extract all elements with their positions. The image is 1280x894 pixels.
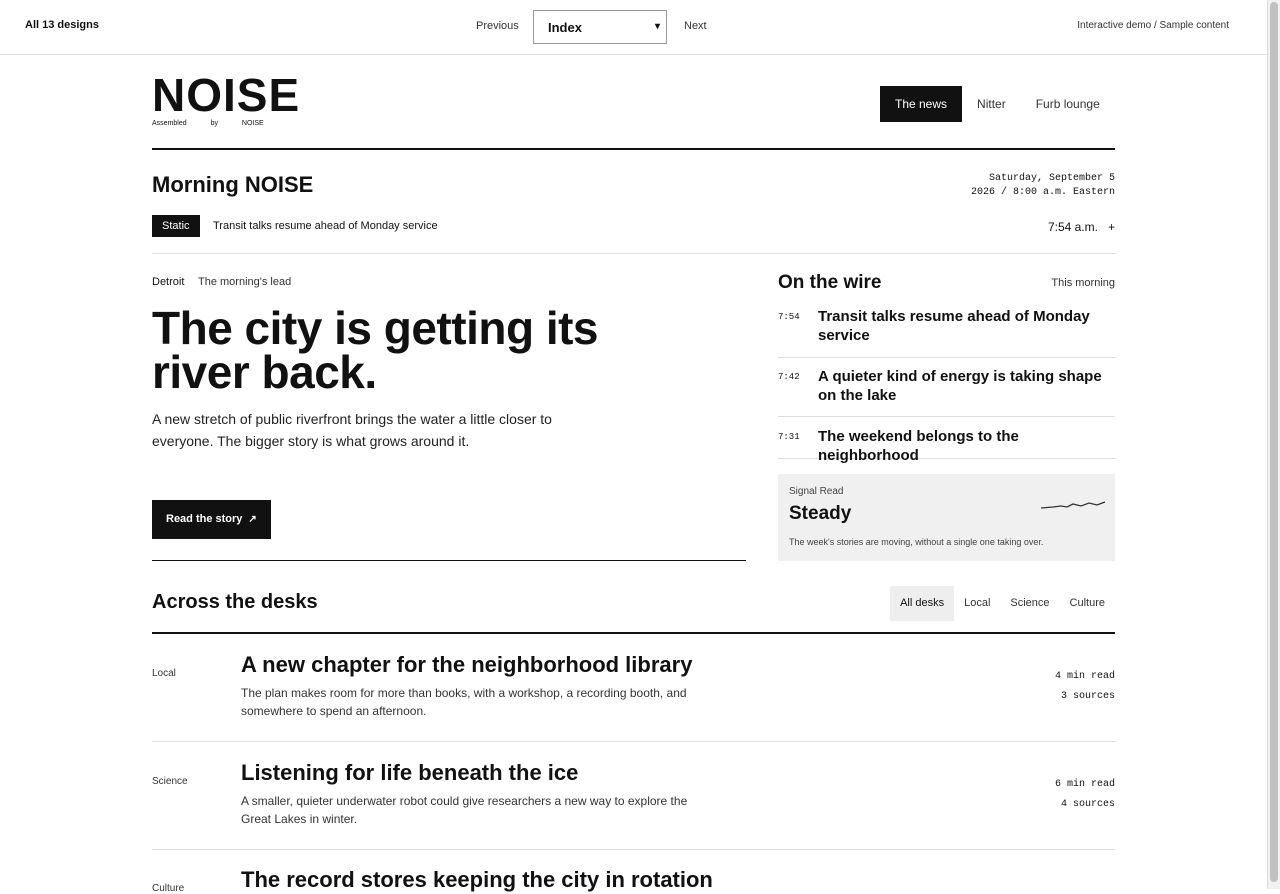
story-dek: The plan makes room for more than books,… [241,686,687,718]
story-row[interactable]: Culture The record stores keeping the ci… [152,867,1115,894]
nav-the-news[interactable]: The news [880,86,963,122]
story-row[interactable]: Local A new chapter for the neighborhood… [152,652,1115,742]
scrollbar[interactable] [1267,0,1280,889]
lead-label: The morning's lead [198,276,292,288]
story-read-time: 4 min read [1054,671,1115,682]
nav-nitter[interactable]: Nitter [962,86,1021,122]
masthead[interactable]: NOISE Assembled by NOISE [152,72,300,127]
wire-headline: Transit talks resume ahead of Monday ser… [818,308,1090,344]
wire-headline: The weekend belongs to the neighborhood [818,428,1019,464]
ticker-text[interactable]: Transit talks resume ahead of Monday ser… [213,220,438,232]
wire-when: This morning [1051,277,1115,289]
read-story-label: Read the story [166,513,243,525]
read-story-button[interactable]: Read the story ↗ [152,500,271,539]
dateline: Saturday, September 5 2026 / 8:00 a.m. E… [970,173,1115,198]
arrow-up-right-icon: ↗ [248,514,257,525]
story-row[interactable]: Science Listening for life beneath the i… [152,760,1115,850]
story-headline: A new chapter for the neighborhood libra… [241,652,693,677]
tab-culture[interactable]: Culture [1060,586,1115,621]
wire-item[interactable]: 7:31 The weekend belongs to the neighbor… [778,426,1115,464]
lead-rule [152,560,746,561]
lead-dek: A new stretch of public riverfront bring… [152,411,552,449]
tab-local[interactable]: Local [954,586,1000,621]
story-meta: 4 min read 3 sources [1055,667,1115,707]
next-button[interactable]: Next [684,20,707,32]
demo-note: Interactive demo / Sample content [1077,20,1229,31]
logo-tagline: Assembled by NOISE [152,120,264,127]
scrollbar-thumb[interactable] [1270,2,1278,882]
desk-tabs: All desks Local Science Culture [890,586,1115,621]
wire-item[interactable]: 7:54 Transit talks resume ahead of Monda… [778,306,1115,358]
signal-card: Signal Read Steady The week's stories ar… [778,474,1115,561]
chevron-down-icon: ▾ [654,21,660,32]
logo: NOISE [152,69,301,121]
edition-clock: 7:54 a.m. + [1048,220,1115,234]
story-read-time: 6 min read [1054,779,1115,790]
edition-title: Morning NOISE [152,172,314,197]
story-headline: Listening for life beneath the ice [241,760,579,785]
wire-headline: A quieter kind of energy is taking shape… [818,368,1102,404]
main-nav: The news Nitter Furb lounge [880,86,1115,122]
story-sources: 3 sources [1060,691,1115,702]
design-select[interactable]: Index ▾ [533,10,667,44]
story-desk: Local [152,668,176,679]
lead-location: Detroit [152,276,185,288]
top-bar: All 13 designs Previous Index ▾ Next Int… [0,0,1267,55]
sparkline-icon [1041,501,1105,509]
tab-all-desks[interactable]: All desks [890,586,955,621]
story-meta: 6 min read 4 sources [1055,775,1115,815]
wire-item[interactable]: 7:42 A quieter kind of energy is taking … [778,366,1115,417]
design-select-value: Index [548,20,582,35]
desks-rule [152,632,1115,634]
clock-time: 7:54 a.m. [1047,220,1098,234]
wire-time: 7:42 [778,372,800,382]
wire-title: On the wire [778,272,882,293]
signal-note: The week's stories are moving, without a… [789,537,1044,547]
story-sources: 4 sources [1060,799,1115,810]
masthead-rule [152,148,1115,150]
static-badge[interactable]: Static [152,215,200,237]
nav-furb-lounge[interactable]: Furb lounge [1021,86,1115,122]
signal-value: Steady [789,503,852,524]
wire-time: 7:31 [778,432,800,442]
signal-label: Signal Read [789,486,844,497]
tab-science[interactable]: Science [1000,586,1059,621]
wire-time: 7:54 [778,312,800,322]
lead-headline[interactable]: The city is getting its river back. [152,305,652,395]
story-dek: A smaller, quieter underwater robot coul… [241,794,688,826]
story-headline: The record stores keeping the city in ro… [241,867,713,892]
desks-title: Across the desks [152,591,318,613]
story-desk: Science [152,776,188,787]
edition-rule [152,253,1115,254]
previous-button[interactable]: Previous [476,20,519,32]
clock-toggle-button[interactable]: + [1108,220,1115,234]
all-designs-link[interactable]: All 13 designs [25,19,99,31]
